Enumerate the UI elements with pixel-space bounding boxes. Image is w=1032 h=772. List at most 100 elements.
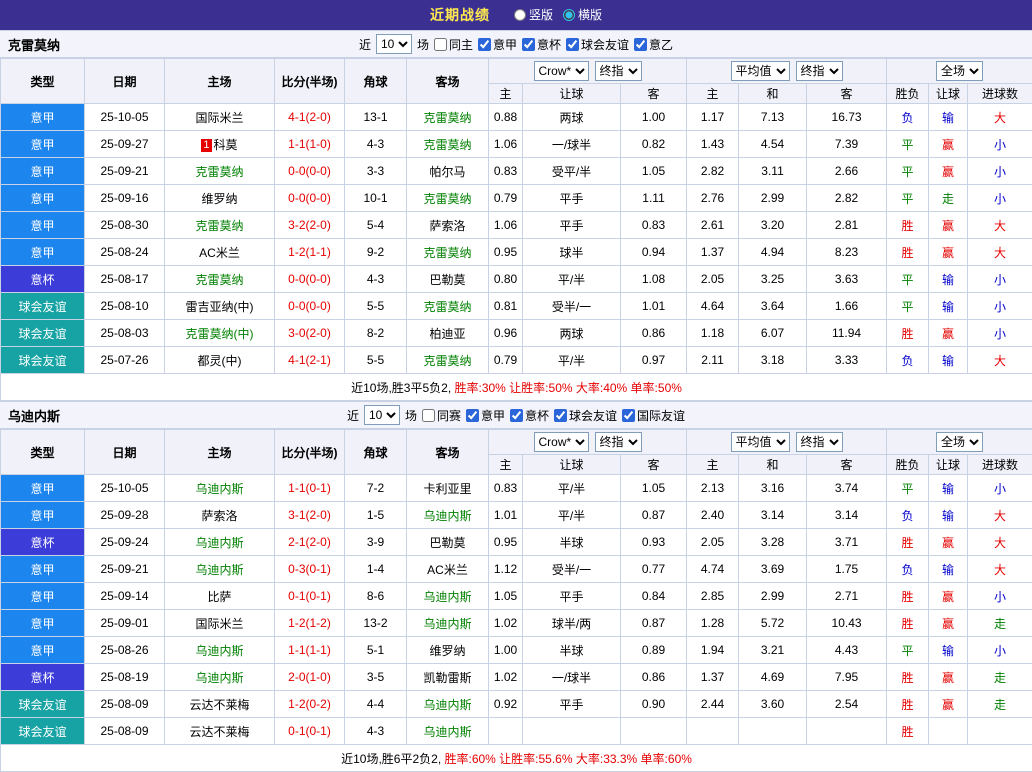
filter-checkbox-input[interactable] [554, 409, 567, 422]
home-team-name[interactable]: 萨索洛 [201, 509, 237, 523]
cell-avg-home: 2.44 [687, 691, 739, 718]
home-team-name[interactable]: 维罗纳 [201, 192, 237, 206]
near-label: 近 [347, 407, 359, 424]
filter-checkbox-input[interactable] [622, 409, 635, 422]
home-team-name[interactable]: 乌迪内斯 [195, 563, 243, 577]
home-team-name[interactable]: 云达不莱梅 [189, 698, 249, 712]
away-team-name[interactable]: 维罗纳 [429, 644, 465, 658]
home-team-name[interactable]: 克雷莫纳(中) [186, 327, 254, 341]
home-team-name[interactable]: 乌迪内斯 [195, 482, 243, 496]
home-team-name[interactable]: 乌迪内斯 [195, 671, 243, 685]
home-team-name[interactable]: 都灵(中) [198, 354, 242, 368]
sub-col-header: 主 [687, 455, 739, 475]
scope-select[interactable]: 全场 [936, 432, 983, 452]
team-name[interactable]: 克雷莫纳 [8, 35, 60, 54]
cell-avg-home: 2.11 [687, 347, 739, 374]
odds-company-select[interactable]: Crow* [534, 61, 589, 81]
away-team-name[interactable]: 乌迪内斯 [423, 725, 471, 739]
home-team-name[interactable]: 科莫 [214, 138, 238, 152]
layout-radio-vertical[interactable]: 竖版 [514, 6, 553, 23]
away-team-name[interactable]: 巴勒莫 [429, 536, 465, 550]
col-header: 主场 [165, 59, 275, 104]
cell-goals-result: 小 [968, 583, 1032, 610]
layout-radio-input[interactable] [563, 9, 575, 21]
away-team-name[interactable]: 柏迪亚 [429, 327, 465, 341]
odds-final-select[interactable]: 终指 [595, 61, 642, 81]
filter-checkbox[interactable]: 国际友谊 [622, 407, 685, 424]
filter-checkbox[interactable]: 同赛 [422, 407, 461, 424]
away-team-name[interactable]: 乌迪内斯 [423, 617, 471, 631]
home-team-name[interactable]: AC米兰 [199, 246, 240, 260]
layout-radio-input[interactable] [514, 9, 526, 21]
away-team-name[interactable]: AC米兰 [427, 563, 468, 577]
away-team-name[interactable]: 克雷莫纳 [423, 138, 471, 152]
away-team-name[interactable]: 克雷莫纳 [423, 246, 471, 260]
home-team-name[interactable]: 雷吉亚纳(中) [186, 300, 254, 314]
home-team-name[interactable]: 克雷莫纳 [195, 165, 243, 179]
filter-checkbox[interactable]: 意乙 [634, 36, 673, 53]
filter-checkbox[interactable]: 同主 [434, 36, 473, 53]
filter-checkbox-input[interactable] [522, 38, 535, 51]
filter-checkbox-input[interactable] [510, 409, 523, 422]
cell-result: 胜 [887, 664, 929, 691]
cell-handicap-result: 输 [929, 475, 968, 502]
cell-asian-home: 0.96 [489, 320, 523, 347]
cell-date: 25-08-24 [85, 239, 165, 266]
away-team-name[interactable]: 乌迪内斯 [423, 698, 471, 712]
filter-checkbox[interactable]: 意杯 [522, 36, 561, 53]
cell-corners: 4-3 [345, 266, 407, 293]
home-team-name[interactable]: 克雷莫纳 [195, 273, 243, 287]
cell-corners: 5-5 [345, 293, 407, 320]
odds-company-select[interactable]: Crow* [534, 432, 589, 452]
away-team-name[interactable]: 克雷莫纳 [423, 192, 471, 206]
home-team-name[interactable]: 云达不莱梅 [189, 725, 249, 739]
filter-checkbox-input[interactable] [634, 38, 647, 51]
filter-checkbox[interactable]: 意杯 [510, 407, 549, 424]
cell-result: 胜 [887, 583, 929, 610]
avg-source-select[interactable]: 平均值 [731, 432, 790, 452]
filter-checkbox-input[interactable] [466, 409, 479, 422]
away-team-name[interactable]: 乌迪内斯 [423, 509, 471, 523]
away-team-name[interactable]: 帕尔马 [429, 165, 465, 179]
cell-asian-line: 球半/两 [523, 610, 621, 637]
home-team-name[interactable]: 克雷莫纳 [195, 219, 243, 233]
away-team-name[interactable]: 克雷莫纳 [423, 354, 471, 368]
sub-col-header: 进球数 [968, 455, 1032, 475]
match-count-select[interactable]: 10 [364, 405, 400, 425]
filter-checkbox[interactable]: 意甲 [478, 36, 517, 53]
team-name[interactable]: 乌迪内斯 [8, 406, 60, 425]
filter-checkbox-input[interactable] [434, 38, 447, 51]
home-team-name[interactable]: 国际米兰 [195, 617, 243, 631]
home-team-name[interactable]: 比萨 [207, 590, 231, 604]
odds-final-select[interactable]: 终指 [595, 432, 642, 452]
filter-checkbox-input[interactable] [422, 409, 435, 422]
away-team-name[interactable]: 巴勒莫 [429, 273, 465, 287]
col-header: 类型 [1, 430, 85, 475]
layout-radio-horizontal[interactable]: 横版 [563, 6, 602, 23]
filter-checkbox-input[interactable] [478, 38, 491, 51]
home-team-name[interactable]: 乌迪内斯 [195, 536, 243, 550]
cell-score: 0-0(0-0) [275, 293, 345, 320]
cell-away-team: 克雷莫纳 [407, 239, 489, 266]
away-team-name[interactable]: 克雷莫纳 [423, 111, 471, 125]
cell-asian-away: 0.87 [621, 502, 687, 529]
home-team-name[interactable]: 乌迪内斯 [195, 644, 243, 658]
away-team-name[interactable]: 卡利亚里 [423, 482, 471, 496]
filter-checkbox[interactable]: 球会友谊 [554, 407, 617, 424]
away-team-name[interactable]: 克雷莫纳 [423, 300, 471, 314]
avg-final-select[interactable]: 终指 [796, 61, 843, 81]
avg-final-select[interactable]: 终指 [796, 432, 843, 452]
avg-source-select[interactable]: 平均值 [731, 61, 790, 81]
match-count-select[interactable]: 10 [376, 34, 412, 54]
scope-select[interactable]: 全场 [936, 61, 983, 81]
cell-asian-home: 1.12 [489, 556, 523, 583]
home-team-name[interactable]: 国际米兰 [195, 111, 243, 125]
away-team-name[interactable]: 萨索洛 [429, 219, 465, 233]
summary-cell: 近10场,胜6平2负2, 胜率:60% 让胜率:55.6% 大率:33.3% 单… [1, 745, 1032, 772]
filter-checkbox[interactable]: 意甲 [466, 407, 505, 424]
filter-checkbox-input[interactable] [566, 38, 579, 51]
away-team-name[interactable]: 凯勒雷斯 [423, 671, 471, 685]
cell-date: 25-08-09 [85, 691, 165, 718]
away-team-name[interactable]: 乌迪内斯 [423, 590, 471, 604]
filter-checkbox[interactable]: 球会友谊 [566, 36, 629, 53]
